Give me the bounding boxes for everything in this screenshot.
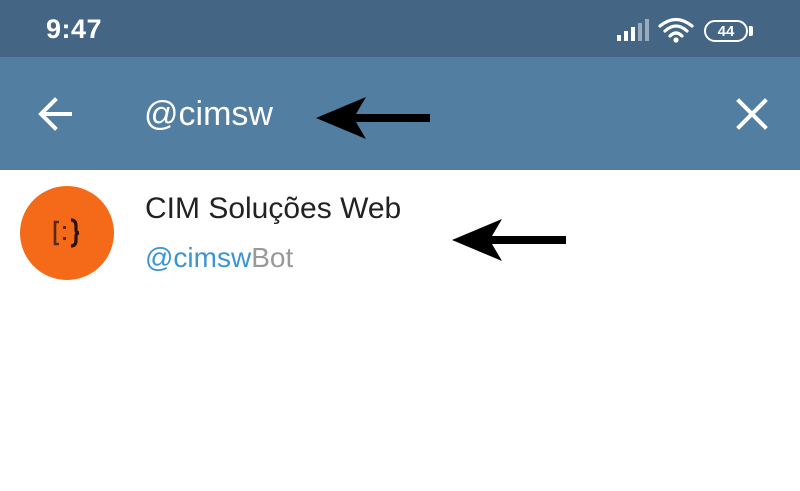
username-rest: Bot xyxy=(251,242,294,273)
arrow-left-icon[interactable] xyxy=(30,87,84,141)
battery-tip xyxy=(749,26,753,36)
brackets-logo-icon xyxy=(53,218,80,248)
signal-icon xyxy=(617,19,649,41)
username-match: @cimsw xyxy=(145,242,252,273)
black-arrow-icon xyxy=(452,219,566,261)
status-bar: 9:47 44 xyxy=(0,0,800,57)
result-username: @cimswBot xyxy=(145,242,293,274)
search-result-item[interactable]: CIM Soluções Web @cimswBot xyxy=(0,170,800,295)
avatar xyxy=(20,186,114,280)
wifi-icon xyxy=(658,17,694,43)
close-icon[interactable] xyxy=(725,87,779,141)
status-time: 9:47 xyxy=(46,14,103,44)
result-name: CIM Soluções Web xyxy=(145,192,402,225)
battery-icon: 44 xyxy=(704,20,748,42)
black-arrow-icon xyxy=(316,97,430,139)
telegram-search-screen: 9:47 44 @cimsw CIM Soluções Web @cimswBo… xyxy=(0,0,800,491)
battery-level: 44 xyxy=(717,22,735,40)
